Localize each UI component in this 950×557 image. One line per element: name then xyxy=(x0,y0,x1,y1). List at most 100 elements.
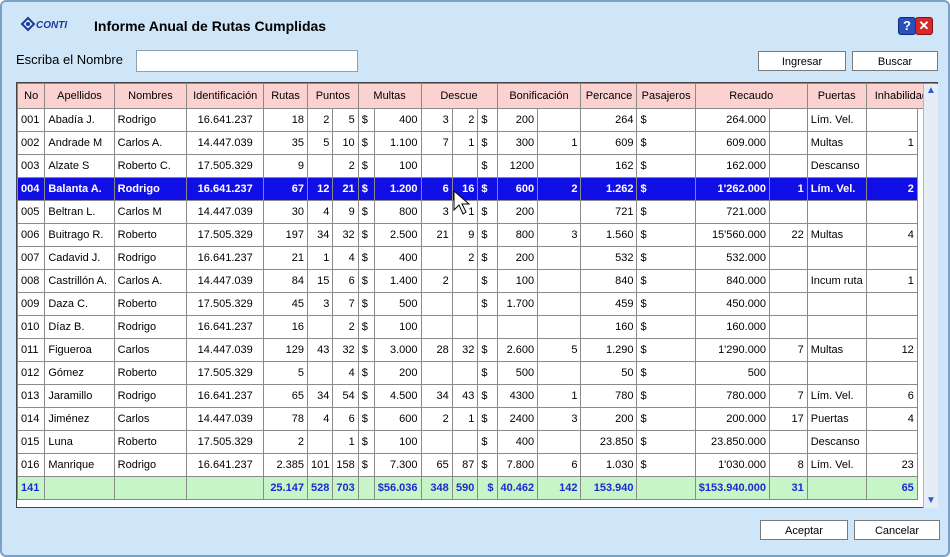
table-cell: 500 xyxy=(496,361,539,385)
table-cell: 15'560.000 xyxy=(694,223,771,247)
table-cell: 23 xyxy=(865,453,918,477)
table-cell: 160.000 xyxy=(694,315,771,339)
table-cell: 008 xyxy=(17,269,46,293)
table-cell: 400 xyxy=(496,430,539,454)
routes-table: No Apellidos Nombres Identificación Ruta… xyxy=(16,82,938,508)
table-row[interactable]: 016 Manrique Rodrigo 16.641.237 2.385 101 158 $… xyxy=(17,453,937,477)
vertical-scrollbar[interactable]: ▲ ▼ xyxy=(923,84,938,508)
table-cell: $ xyxy=(636,292,696,316)
table-cell: 158 xyxy=(332,453,359,477)
aceptar-button[interactable]: Aceptar xyxy=(760,520,848,540)
table-row[interactable]: 013 Jaramillo Rodrigo 16.641.237 65 34 54 $4.50… xyxy=(17,384,937,408)
total-cell: 153.940 xyxy=(580,476,638,500)
cancelar-button[interactable]: Cancelar xyxy=(854,520,940,540)
total-cell: 40.462 xyxy=(496,476,539,500)
table-cell: 800 xyxy=(373,200,422,224)
table-cell: 2.600 xyxy=(496,338,539,362)
table-cell: 7 xyxy=(332,292,359,316)
table-row[interactable]: 002 Andrade M Carlos A. 14.447.039 35 5 10 $1.1… xyxy=(17,131,937,155)
name-input[interactable] xyxy=(136,50,358,72)
table-row[interactable]: 012 Gómez Roberto 17.505.329 5 4 $200 $500 50 $50… xyxy=(17,361,937,385)
header-cell[interactable]: Recaudo xyxy=(694,83,808,109)
table-cell: $ xyxy=(357,407,375,431)
table-row[interactable]: 015 Luna Roberto 17.505.329 2 1 $100 $400 23.850… xyxy=(17,430,937,454)
table-cell: 200.000 xyxy=(694,407,771,431)
buscar-button[interactable]: Buscar xyxy=(852,51,938,71)
table-cell: 1 xyxy=(451,407,479,431)
header-cell[interactable]: Percance xyxy=(580,83,638,109)
header-cell[interactable]: Descue xyxy=(420,83,498,109)
table-row[interactable]: 009 Daza C. Roberto 17.505.329 45 3 7 $500 $1.70… xyxy=(17,292,937,316)
table-cell: Figueroa xyxy=(44,338,115,362)
table-cell xyxy=(420,430,453,454)
header-cell[interactable]: Nombres xyxy=(113,83,188,109)
table-cell: 1 xyxy=(306,246,334,270)
table-cell xyxy=(537,200,582,224)
table-cell: 4 xyxy=(306,200,334,224)
table-cell: $ xyxy=(357,453,375,477)
total-cell xyxy=(806,476,867,500)
totals-row: 141 25.147 528 703 $56.036 348 590 $40.462 142 15… xyxy=(17,476,937,500)
table-row[interactable]: 008 Castrillón A. Carlos A. 14.447.039 84 15 6… xyxy=(17,269,937,293)
table-cell: $ xyxy=(357,292,375,316)
table-cell xyxy=(769,108,808,132)
table-row[interactable]: 004 Balanta A. Rodrigo 16.641.237 67 12 21 $1.2… xyxy=(17,177,937,201)
total-cell xyxy=(186,476,265,500)
table-row[interactable]: 005 Beltran L. Carlos M 14.447.039 30 4 9 $800 3… xyxy=(17,200,937,224)
table-cell: 1.290 xyxy=(580,338,638,362)
table-cell: 8 xyxy=(769,453,808,477)
table-cell: $ xyxy=(477,108,498,132)
header-cell[interactable]: Identificación xyxy=(186,83,265,109)
table-cell: 014 xyxy=(17,407,46,431)
table-cell: 7 xyxy=(769,338,808,362)
table-row[interactable]: 001 Abadía J. Rodrigo 16.641.237 18 2 5 $400 3 2 $… xyxy=(17,108,937,132)
table-cell: Daza C. xyxy=(44,292,115,316)
table-row[interactable]: 003 Alzate S Roberto C. 17.505.329 9 2 $100 $12… xyxy=(17,154,937,178)
table-row[interactable]: 007 Cadavid J. Rodrigo 16.641.237 21 1 4 $400 2 $… xyxy=(17,246,937,270)
help-button[interactable]: ? xyxy=(898,17,916,35)
table-cell: Díaz B. xyxy=(44,315,115,339)
header-cell[interactable]: Pasajeros xyxy=(636,83,696,109)
table-cell: Rodrigo xyxy=(113,177,188,201)
header-cell[interactable]: Bonificación xyxy=(496,83,582,109)
table-cell xyxy=(537,292,582,316)
table-cell: 3 xyxy=(537,223,582,247)
table-row[interactable]: 006 Buitrago R. Roberto 17.505.329 197 34 32 $2… xyxy=(17,223,937,247)
table-cell: 17.505.329 xyxy=(186,430,265,454)
table-cell: 840.000 xyxy=(694,269,771,293)
header-cell[interactable]: Rutas xyxy=(263,83,308,109)
table-cell: 4.500 xyxy=(373,384,422,408)
table-cell: 17.505.329 xyxy=(186,223,265,247)
header-cell[interactable]: No xyxy=(17,83,46,109)
table-cell: 18 xyxy=(263,108,308,132)
table-cell: 16.641.237 xyxy=(186,384,265,408)
table-cell: 12 xyxy=(865,338,918,362)
table-cell: 16.641.237 xyxy=(186,177,265,201)
table-cell: 800 xyxy=(496,223,539,247)
table-row[interactable]: 014 Jiménez Carlos 14.447.039 78 4 6 $600 2 1 $240… xyxy=(17,407,937,431)
header-cell[interactable]: Multas xyxy=(357,83,422,109)
ingresar-button[interactable]: Ingresar xyxy=(758,51,846,71)
table-cell: 1.100 xyxy=(373,131,422,155)
table-row[interactable]: 011 Figueroa Carlos 14.447.039 129 43 32 $3.000… xyxy=(17,338,937,362)
table-cell: 6 xyxy=(332,269,359,293)
header-cell[interactable]: Puntos xyxy=(306,83,359,109)
table-cell xyxy=(865,246,918,270)
table-cell: $ xyxy=(636,223,696,247)
table-cell: 7 xyxy=(420,131,453,155)
close-button[interactable]: ✕ xyxy=(915,17,933,35)
table-cell: $ xyxy=(636,200,696,224)
table-row[interactable]: 010 Díaz B. Rodrigo 16.641.237 16 2 $100 160 $16… xyxy=(17,315,937,339)
scroll-up-icon[interactable]: ▲ xyxy=(924,84,938,98)
table-cell: $ xyxy=(357,338,375,362)
table-cell: Multas xyxy=(806,338,867,362)
table-cell: 12 xyxy=(306,177,334,201)
table-cell xyxy=(496,315,539,339)
table-cell: Puertas xyxy=(806,407,867,431)
header-cell[interactable]: Puertas xyxy=(806,83,867,109)
table-cell: 6 xyxy=(420,177,453,201)
table-cell: 721.000 xyxy=(694,200,771,224)
table-cell: 162 xyxy=(580,154,638,178)
scroll-down-icon[interactable]: ▼ xyxy=(924,494,938,508)
header-cell[interactable]: Apellidos xyxy=(44,83,115,109)
